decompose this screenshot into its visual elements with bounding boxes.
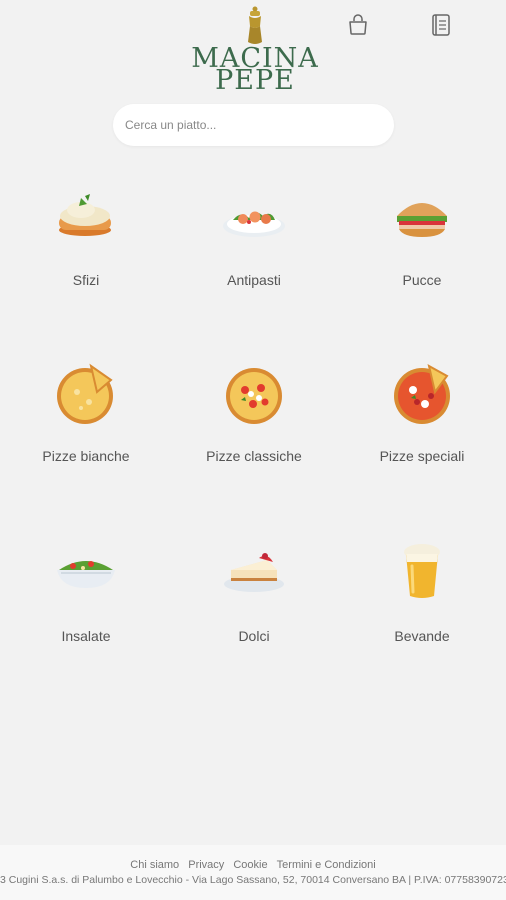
category-label: Dolci [238,628,270,644]
pepper-mill-icon [248,6,262,44]
search-bar [113,104,394,146]
category-sfizi[interactable]: Sfizi [2,186,170,288]
footer-link-cookie[interactable]: Cookie [233,859,267,871]
footer-link-privacy[interactable]: Privacy [188,859,224,871]
category-pizze-bianche[interactable]: Pizze bianche [2,362,170,464]
salad-bowl-icon [51,542,121,606]
footer-link-termini[interactable]: Termini e Condizioni [277,859,376,871]
category-label: Sfizi [72,272,100,288]
category-insalate[interactable]: Insalate [2,542,170,644]
category-bevande[interactable]: Bevande [338,542,506,644]
category-label: Antipasti [227,272,281,288]
shopping-bag-icon[interactable] [345,12,371,38]
appetizer-plate-icon [219,186,289,250]
category-label: Bevande [394,628,450,644]
category-label: Pizze bianche [42,448,130,464]
category-pizze-classiche[interactable]: Pizze classiche [170,362,338,464]
category-label: Pucce [402,272,442,288]
category-pucce[interactable]: Pucce [338,186,506,288]
footer-links: Chi siamo Privacy Cookie Termini e Condi… [0,859,506,871]
category-dolci[interactable]: Dolci [170,542,338,644]
classic-pizza-icon [219,362,289,426]
footer: Chi siamo Privacy Cookie Termini e Condi… [0,845,506,900]
white-pizza-icon [51,362,121,426]
category-antipasti[interactable]: Antipasti [170,186,338,288]
beer-glass-icon [387,542,457,606]
bread-dish-icon [51,186,121,250]
company-info: 3 Cugini S.a.s. di Palumbo e Lovecchio -… [0,874,506,886]
search-input[interactable] [113,104,394,146]
sandwich-icon [387,186,457,250]
category-label: Pizze speciali [379,448,465,464]
cheesecake-icon [219,542,289,606]
category-pizze-speciali[interactable]: Pizze speciali [338,362,506,464]
footer-link-chi-siamo[interactable]: Chi siamo [130,859,179,871]
category-label: Insalate [61,628,111,644]
category-label: Pizze classiche [206,448,302,464]
logo[interactable]: MACINA PEPE [190,6,320,98]
header: MACINA PEPE [0,0,506,100]
menu-book-icon[interactable] [428,12,454,38]
special-pizza-icon [387,362,457,426]
